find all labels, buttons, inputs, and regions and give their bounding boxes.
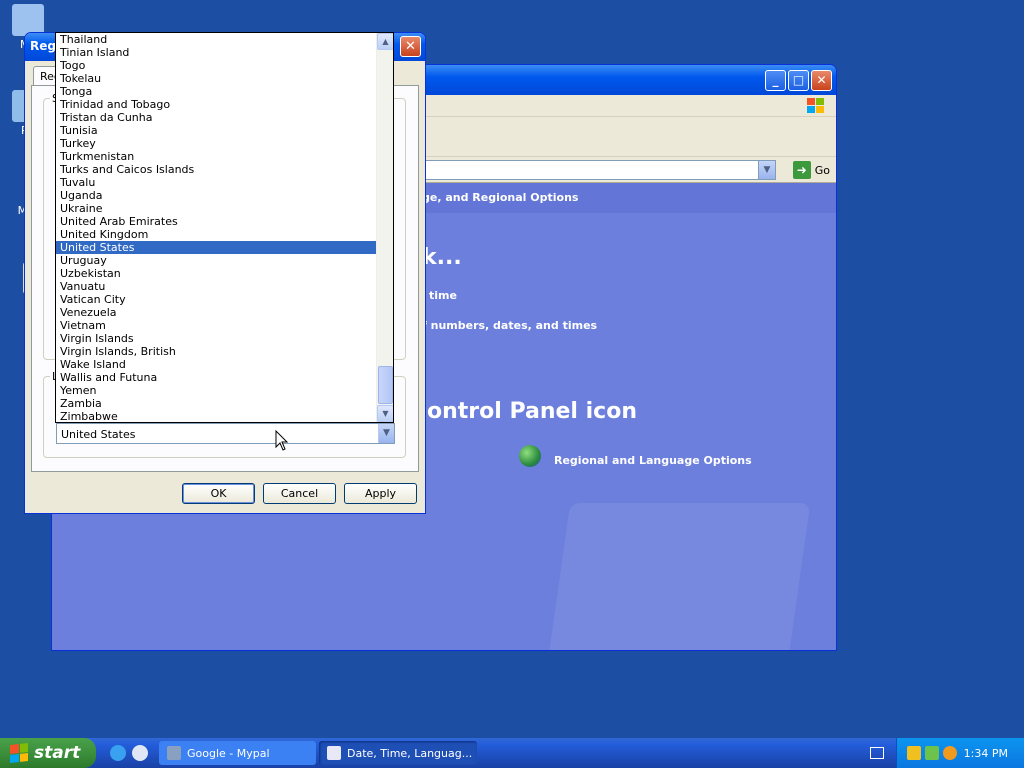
task-link-formats[interactable]: f numbers, dates, and times bbox=[422, 319, 597, 332]
minimize-button[interactable]: _ bbox=[765, 69, 786, 91]
list-item[interactable]: Zambia bbox=[56, 397, 377, 410]
start-label: start bbox=[34, 743, 81, 763]
list-item[interactable]: Turks and Caicos Islands bbox=[56, 163, 377, 176]
start-button[interactable]: start bbox=[0, 738, 96, 768]
clock: 1:34 PM bbox=[963, 747, 1008, 760]
close-button[interactable]: ✕ bbox=[400, 36, 421, 57]
list-item[interactable]: Zimbabwe bbox=[56, 410, 377, 422]
list-item[interactable]: Vanuatu bbox=[56, 280, 377, 293]
maximize-button[interactable]: □ bbox=[788, 69, 809, 91]
task-label: Google - Mypal bbox=[187, 746, 270, 760]
taskbar: start Google - Mypal Date, Time, Languag… bbox=[0, 738, 1024, 768]
internet-explorer-icon[interactable] bbox=[110, 745, 126, 761]
regional-language-options-link[interactable]: Regional and Language Options bbox=[554, 454, 752, 467]
location-dropdown-list[interactable]: Thailand Tinian Island Togo Tokelau Tonga Tri… bbox=[55, 32, 394, 423]
network-tray-icon[interactable] bbox=[925, 746, 939, 760]
list-item[interactable]: Tonga bbox=[56, 85, 377, 98]
system-tray: 1:34 PM bbox=[896, 738, 1024, 768]
list-item[interactable]: Trinidad and Tobago bbox=[56, 98, 377, 111]
go-label: Go bbox=[814, 163, 830, 177]
scroll-down-icon[interactable]: ▼ bbox=[377, 405, 393, 422]
list-item[interactable]: Virgin Islands bbox=[56, 332, 377, 345]
list-item[interactable]: Turkmenistan bbox=[56, 150, 377, 163]
task-label: Date, Time, Languag... bbox=[347, 746, 473, 760]
task-button-browser[interactable]: Google - Mypal bbox=[159, 741, 316, 765]
cancel-button[interactable]: Cancel bbox=[263, 483, 336, 504]
list-item[interactable]: Thailand bbox=[56, 33, 377, 46]
apply-button[interactable]: Apply bbox=[344, 483, 417, 504]
list-item[interactable]: Uzbekistan bbox=[56, 267, 377, 280]
list-item[interactable]: Wake Island bbox=[56, 358, 377, 371]
task-heading: k... bbox=[422, 245, 462, 270]
dropdown-items: Thailand Tinian Island Togo Tokelau Tonga Tri… bbox=[56, 33, 377, 422]
list-item[interactable]: Vatican City bbox=[56, 293, 377, 306]
go-arrow-icon: ➜ bbox=[792, 161, 811, 179]
list-item[interactable]: Wallis and Futuna bbox=[56, 371, 377, 384]
list-item[interactable]: Uganda bbox=[56, 189, 377, 202]
list-item[interactable]: United Arab Emirates bbox=[56, 215, 377, 228]
scrollbar[interactable]: ▲ ▼ bbox=[376, 33, 393, 422]
list-item[interactable]: Tristan da Cunha bbox=[56, 111, 377, 124]
search-icon[interactable] bbox=[943, 746, 957, 760]
list-item[interactable]: Vietnam bbox=[56, 319, 377, 332]
go-button[interactable]: ➜ Go bbox=[792, 160, 830, 180]
list-item[interactable]: Turkey bbox=[56, 137, 377, 150]
list-item[interactable]: Togo bbox=[56, 59, 377, 72]
scrollbar-thumb[interactable] bbox=[378, 366, 393, 404]
keyboard-icon[interactable] bbox=[870, 747, 884, 759]
category-header: ge, and Regional Options bbox=[422, 191, 579, 204]
ok-button[interactable]: OK bbox=[182, 483, 255, 504]
list-item[interactable]: United Kingdom bbox=[56, 228, 377, 241]
list-item[interactable]: Uruguay bbox=[56, 254, 377, 267]
list-item[interactable]: United States bbox=[56, 241, 377, 254]
task-link-time[interactable]: time bbox=[429, 289, 457, 302]
windows-logo-icon bbox=[807, 98, 824, 113]
windows-logo-icon bbox=[10, 743, 28, 763]
list-item[interactable]: Venezuela bbox=[56, 306, 377, 319]
list-item[interactable]: Virgin Islands, British bbox=[56, 345, 377, 358]
close-button[interactable]: ✕ bbox=[811, 69, 832, 91]
watermark-graphic bbox=[533, 503, 811, 650]
list-item[interactable]: Tinian Island bbox=[56, 46, 377, 59]
globe-icon[interactable] bbox=[519, 445, 541, 467]
control-panel-icon bbox=[327, 746, 341, 760]
list-item[interactable]: Ukraine bbox=[56, 202, 377, 215]
location-value: United States bbox=[61, 428, 136, 441]
scroll-up-icon[interactable]: ▲ bbox=[377, 33, 393, 50]
task-button-control-panel[interactable]: Date, Time, Languag... bbox=[319, 741, 477, 765]
list-item[interactable]: Tuvalu bbox=[56, 176, 377, 189]
security-shield-icon[interactable] bbox=[907, 746, 921, 760]
chevron-down-icon[interactable]: ▼ bbox=[758, 161, 775, 179]
mouse-cursor-icon bbox=[275, 430, 289, 451]
list-item[interactable]: Tunisia bbox=[56, 124, 377, 137]
chevron-down-icon[interactable]: ▼ bbox=[378, 424, 394, 443]
list-item[interactable]: Yemen bbox=[56, 384, 377, 397]
list-item[interactable]: Tokelau bbox=[56, 72, 377, 85]
quick-launch-icon[interactable] bbox=[132, 745, 148, 761]
location-combobox[interactable]: United States ▼ bbox=[56, 423, 395, 444]
browser-icon bbox=[167, 746, 181, 760]
icon-heading: ontrol Panel icon bbox=[427, 399, 637, 424]
